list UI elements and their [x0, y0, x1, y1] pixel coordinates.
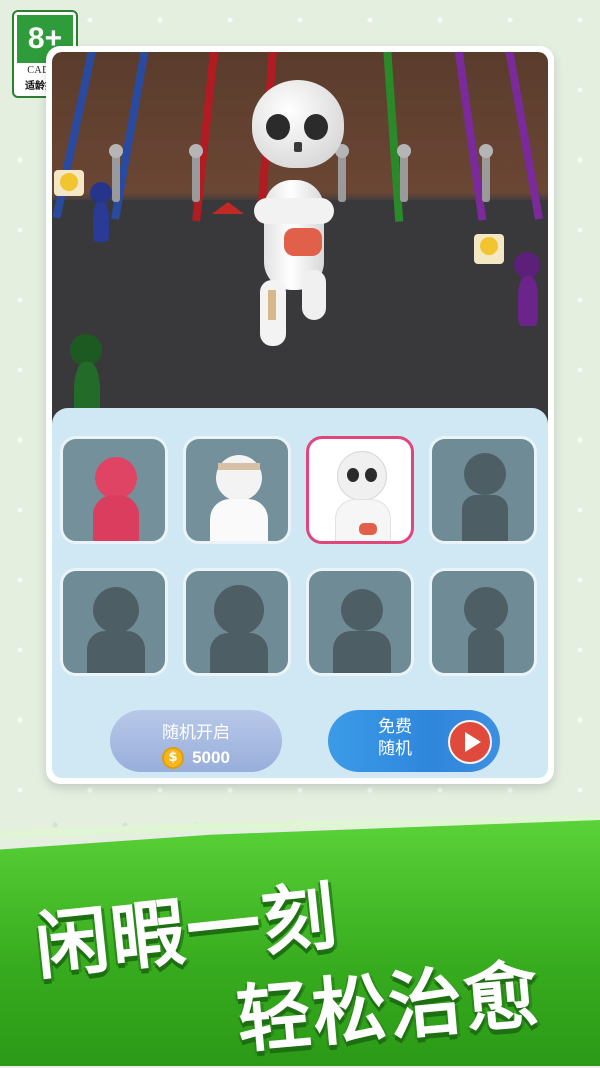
skeleton-flesh: [284, 228, 322, 256]
free-random-label: 免费 随机: [350, 716, 440, 760]
locked-silhouette-head: [214, 585, 264, 635]
character-slot-skeleton[interactable]: [306, 436, 414, 544]
skeleton-eye: [266, 114, 290, 140]
skeleton-slot-head: [337, 451, 387, 501]
locked-silhouette-body: [87, 631, 145, 673]
random-open-price: $5000: [110, 747, 282, 769]
character-slot-locked-bald[interactable]: [429, 568, 537, 676]
free-random-button[interactable]: 免费 随机: [328, 710, 500, 772]
fence-post: [109, 144, 123, 202]
locked-silhouette-body: [462, 495, 508, 541]
npc-head: [514, 252, 540, 278]
npc-body: [518, 276, 538, 326]
skeleton-slot-eye: [365, 468, 377, 482]
locked-silhouette-body: [333, 631, 391, 673]
free-random-line1: 免费: [378, 717, 412, 737]
skeleton-nose: [294, 142, 302, 152]
skeleton-bone: [268, 290, 276, 320]
character-slot-locked-spiky-hair[interactable]: [60, 568, 168, 676]
random-open-label: 随机开启: [162, 723, 230, 743]
locked-silhouette-head: [464, 587, 508, 631]
character-slot-locked-mohawk[interactable]: [306, 568, 414, 676]
character-slot-locked-curly-hair[interactable]: [183, 568, 291, 676]
pink-stickman-head: [95, 457, 137, 499]
skeleton-slot-flesh: [359, 523, 377, 535]
free-random-line2: 随机: [378, 739, 412, 759]
npc-head: [90, 182, 112, 204]
mummy-body: [210, 499, 268, 541]
game-card: 随机开启 $5000 免费 随机: [46, 46, 554, 784]
fence-post: [189, 144, 203, 202]
random-open-button[interactable]: 随机开启 $5000: [110, 710, 282, 772]
emoji-sign: [474, 234, 504, 264]
skeleton-leg: [302, 270, 326, 320]
skeleton-head: [252, 80, 344, 168]
rope-purple: [502, 52, 543, 220]
skeleton-eye: [304, 114, 328, 140]
fence-post: [397, 144, 411, 202]
pink-stickman-body: [93, 495, 139, 541]
fence-post: [479, 144, 493, 202]
mummy-head: [216, 455, 262, 501]
game-scene: [52, 52, 548, 452]
locked-silhouette-head: [341, 589, 383, 631]
character-slot-pink-stickman[interactable]: [60, 436, 168, 544]
skeleton-slot-eye: [347, 468, 359, 482]
character-slot-mummy[interactable]: [183, 436, 291, 544]
play-video-icon: [448, 720, 492, 764]
mummy-bandage: [218, 463, 260, 470]
locked-silhouette-head: [93, 587, 139, 633]
price-value: 5000: [192, 748, 230, 767]
coin-icon: $: [162, 747, 185, 769]
character-slot-locked-robot[interactable]: [429, 436, 537, 544]
skeleton-character: [240, 80, 360, 350]
skeleton-arms: [254, 198, 334, 224]
character-select-panel: 随机开启 $5000 免费 随机: [52, 408, 548, 778]
smiley-icon: [60, 173, 78, 191]
emoji-sign: [54, 170, 84, 196]
locked-silhouette-body: [210, 633, 268, 673]
smiley-icon: [480, 237, 498, 255]
locked-silhouette-head: [464, 453, 506, 495]
skeleton-slot-body: [335, 499, 391, 541]
locked-silhouette-body: [468, 629, 504, 673]
npc-body: [93, 202, 109, 242]
